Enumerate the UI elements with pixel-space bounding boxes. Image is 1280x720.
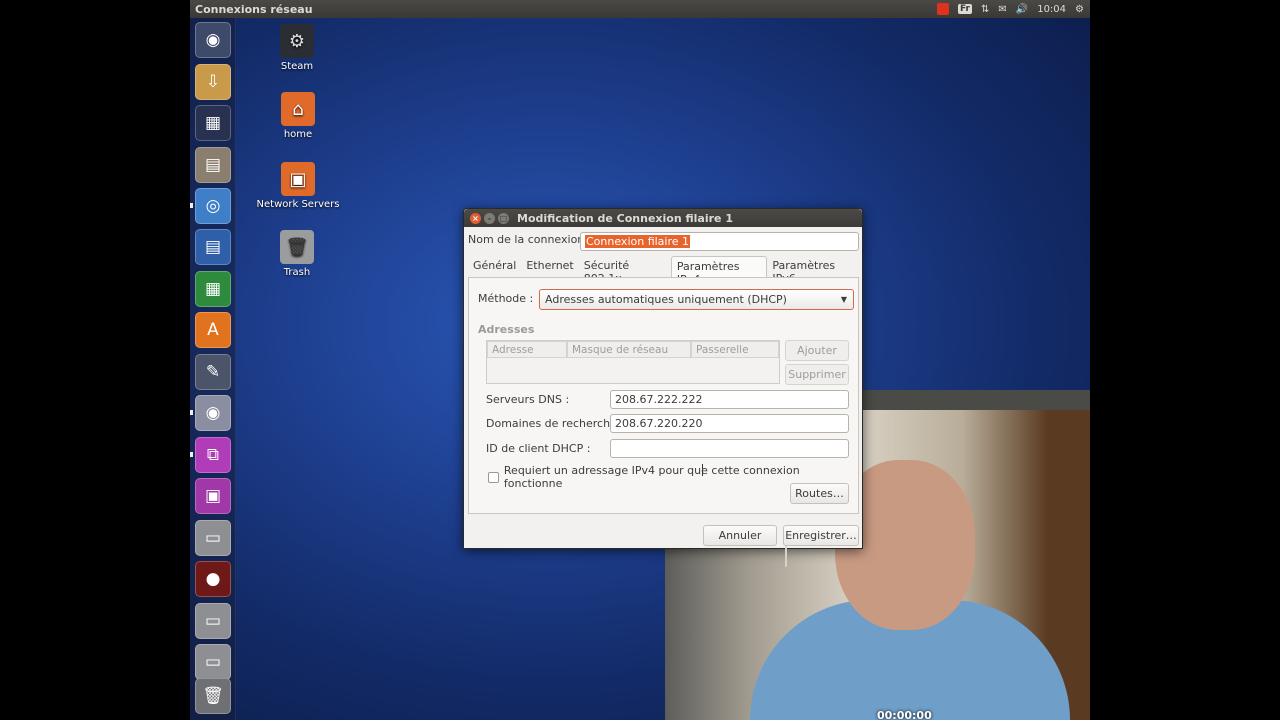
dns-servers-value: 208.67.222.222 <box>615 393 703 406</box>
record-indicator-icon[interactable] <box>936 3 949 15</box>
desktop: Connexions réseau Fr ⇅ ✉ 🔊 10:04 ⚙ ◉ ⇩ ▦… <box>190 0 1090 720</box>
save-button[interactable]: Enregistrer… <box>783 525 859 546</box>
column-header-address: Adresse <box>487 341 567 358</box>
system-tray: Fr ⇅ ✉ 🔊 10:04 ⚙ <box>936 3 1090 15</box>
dns-servers-label: Serveurs DNS : <box>486 393 570 406</box>
connection-name-value: Connexion filaire 1 <box>585 235 691 248</box>
dhcp-client-id-input[interactable] <box>610 439 849 458</box>
ipv4-settings-panel: Méthode : Adresses automatiques uniqueme… <box>468 277 859 567</box>
connection-name-label: Nom de la connexion : <box>468 233 592 246</box>
desktop-icon-home[interactable]: ⌂ home <box>253 92 343 140</box>
running-indicator <box>190 203 193 208</box>
running-indicator <box>190 410 193 415</box>
drive-icon[interactable]: ▭ <box>195 520 231 556</box>
ubuntu-logo-icon[interactable]: ◉ <box>195 22 231 58</box>
webcam-app-icon[interactable]: ◉ <box>195 395 231 431</box>
keyboard-layout-indicator[interactable]: Fr <box>957 4 972 14</box>
app-window-icon[interactable]: ▣ <box>195 478 231 514</box>
addresses-table: Adresse Masque de réseau Passerelle <box>486 340 780 384</box>
cancel-button[interactable]: Annuler <box>703 525 777 546</box>
addresses-table-header: Adresse Masque de réseau Passerelle <box>487 341 779 358</box>
dhcp-client-id-label: ID de client DHCP : <box>486 442 591 455</box>
network-folder-icon: ▣ <box>281 162 315 196</box>
close-icon[interactable]: × <box>470 212 481 224</box>
dialog-titlebar[interactable]: × – □ Modification de Connexion filaire … <box>464 209 862 227</box>
column-header-netmask: Masque de réseau <box>567 341 691 358</box>
steam-icon: ⚙ <box>280 24 314 58</box>
network-connections-icon[interactable]: ⧉ <box>195 437 231 473</box>
workspace-switcher-icon[interactable]: ▦ <box>195 105 231 141</box>
disc-icon[interactable]: ● <box>195 561 231 597</box>
calc-icon[interactable]: ▦ <box>195 271 231 307</box>
minimize-icon[interactable]: – <box>484 212 495 224</box>
desktop-icon-trash[interactable]: 🗑 Trash <box>252 230 342 278</box>
recording-timer: 00:00:00 <box>877 709 932 720</box>
file-cabinet-icon[interactable]: ▤ <box>195 147 231 183</box>
running-indicator <box>190 452 193 457</box>
download-icon[interactable]: ⇩ <box>195 64 231 100</box>
require-ipv4-checkbox[interactable] <box>488 471 499 483</box>
method-value: Adresses automatiques uniquement (DHCP) <box>545 293 787 306</box>
search-domains-value: 208.67.220.220 <box>615 417 703 430</box>
chromium-icon[interactable]: ◎ <box>195 188 231 224</box>
chevron-down-icon: ▼ <box>840 295 847 304</box>
addresses-heading: Adresses <box>478 323 535 336</box>
top-panel: Connexions réseau Fr ⇅ ✉ 🔊 10:04 ⚙ <box>190 0 1090 18</box>
connection-name-input[interactable]: Connexion filaire 1 <box>580 232 859 251</box>
dns-servers-input[interactable]: 208.67.222.222 <box>610 390 849 409</box>
trash-launcher-icon[interactable]: 🗑 <box>195 678 231 714</box>
home-folder-icon: ⌂ <box>281 92 315 126</box>
mail-icon[interactable]: ✉ <box>998 4 1006 15</box>
remove-address-button[interactable]: Supprimer <box>785 364 849 385</box>
trash-icon: 🗑 <box>280 230 314 264</box>
add-address-button[interactable]: Ajouter <box>785 340 849 361</box>
system-settings-icon[interactable]: ✎ <box>195 354 231 390</box>
clock[interactable]: 10:04 <box>1037 4 1066 15</box>
desktop-icon-network-servers[interactable]: ▣ Network Servers <box>253 162 343 210</box>
desktop-icon-label: Steam <box>280 61 314 72</box>
method-label: Méthode : <box>478 292 534 305</box>
drive-icon-2[interactable]: ▭ <box>195 603 231 639</box>
maximize-icon[interactable]: □ <box>498 212 509 224</box>
method-select[interactable]: Adresses automatiques uniquement (DHCP) … <box>539 289 854 310</box>
desktop-icon-steam[interactable]: ⚙ Steam <box>252 24 342 72</box>
volume-icon[interactable]: 🔊 <box>1016 4 1028 15</box>
desktop-icon-label: Network Servers <box>256 199 340 210</box>
gear-icon[interactable]: ⚙ <box>1075 4 1084 15</box>
column-header-gateway: Passerelle <box>691 341 779 358</box>
edit-connection-dialog: × – □ Modification de Connexion filaire … <box>463 208 863 567</box>
search-domains-label: Domaines de recherche : <box>486 417 625 430</box>
writer-icon[interactable]: ▤ <box>195 229 231 265</box>
dialog-title: Modification de Connexion filaire 1 <box>517 211 733 225</box>
network-icon[interactable]: ⇅ <box>981 4 989 15</box>
software-center-icon[interactable]: A <box>195 312 231 348</box>
desktop-icon-label: Trash <box>283 267 311 278</box>
drive-icon-3[interactable]: ▭ <box>195 644 231 680</box>
launcher: ◉ ⇩ ▦ ▤ ◎ ▤ ▦ A ✎ ◉ ⧉ ▣ ▭ ● ▭ ▭ 🗑 <box>190 18 236 720</box>
unused <box>785 546 787 567</box>
routes-button[interactable]: Routes… <box>790 483 849 504</box>
desktop-icon-label: home <box>283 129 313 140</box>
search-domains-input[interactable]: 208.67.220.220 <box>610 414 849 433</box>
window-title: Connexions réseau <box>195 2 313 16</box>
